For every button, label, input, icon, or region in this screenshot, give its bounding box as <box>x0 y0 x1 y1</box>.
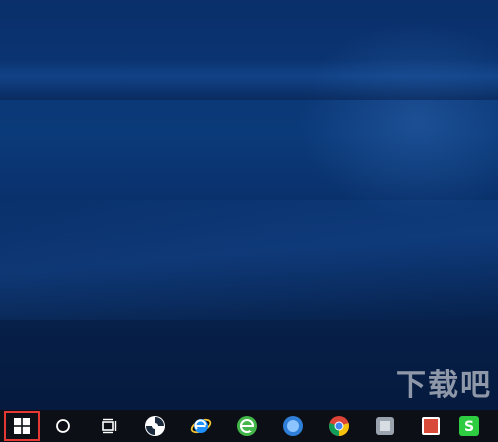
pinwheel-app-icon <box>145 416 165 436</box>
start-button[interactable] <box>4 411 40 441</box>
green-e-browser-icon <box>237 416 257 436</box>
gray-app-button[interactable] <box>362 410 408 442</box>
internet-explorer-button[interactable] <box>178 410 224 442</box>
internet-explorer-icon <box>190 418 212 434</box>
blue-circle-app-button[interactable] <box>270 410 316 442</box>
cortana-search-icon <box>56 419 70 433</box>
green-s-app-icon: S <box>459 416 479 436</box>
svg-text:S: S <box>464 419 474 435</box>
task-view-button[interactable] <box>86 410 132 442</box>
red-app-icon <box>422 417 440 435</box>
watermark: 下载吧 <box>396 368 492 403</box>
gray-app-icon <box>376 417 394 435</box>
pinwheel-app-button[interactable] <box>132 410 178 442</box>
wallpaper-beam-lower <box>0 200 498 320</box>
cortana-search-button[interactable] <box>40 410 86 442</box>
green-s-app-button[interactable]: S <box>454 410 484 442</box>
task-view-icon <box>102 418 117 434</box>
desktop[interactable]: 下载吧 S <box>0 0 498 442</box>
wallpaper-glow <box>298 20 498 220</box>
chrome-icon <box>329 416 349 436</box>
taskbar: S <box>0 410 498 442</box>
windows-start-icon <box>14 418 30 434</box>
red-app-button[interactable] <box>408 410 454 442</box>
chrome-button[interactable] <box>316 410 362 442</box>
green-e-browser-button[interactable] <box>224 410 270 442</box>
blue-circle-app-icon <box>283 416 303 436</box>
wallpaper-beam-upper <box>0 60 498 100</box>
